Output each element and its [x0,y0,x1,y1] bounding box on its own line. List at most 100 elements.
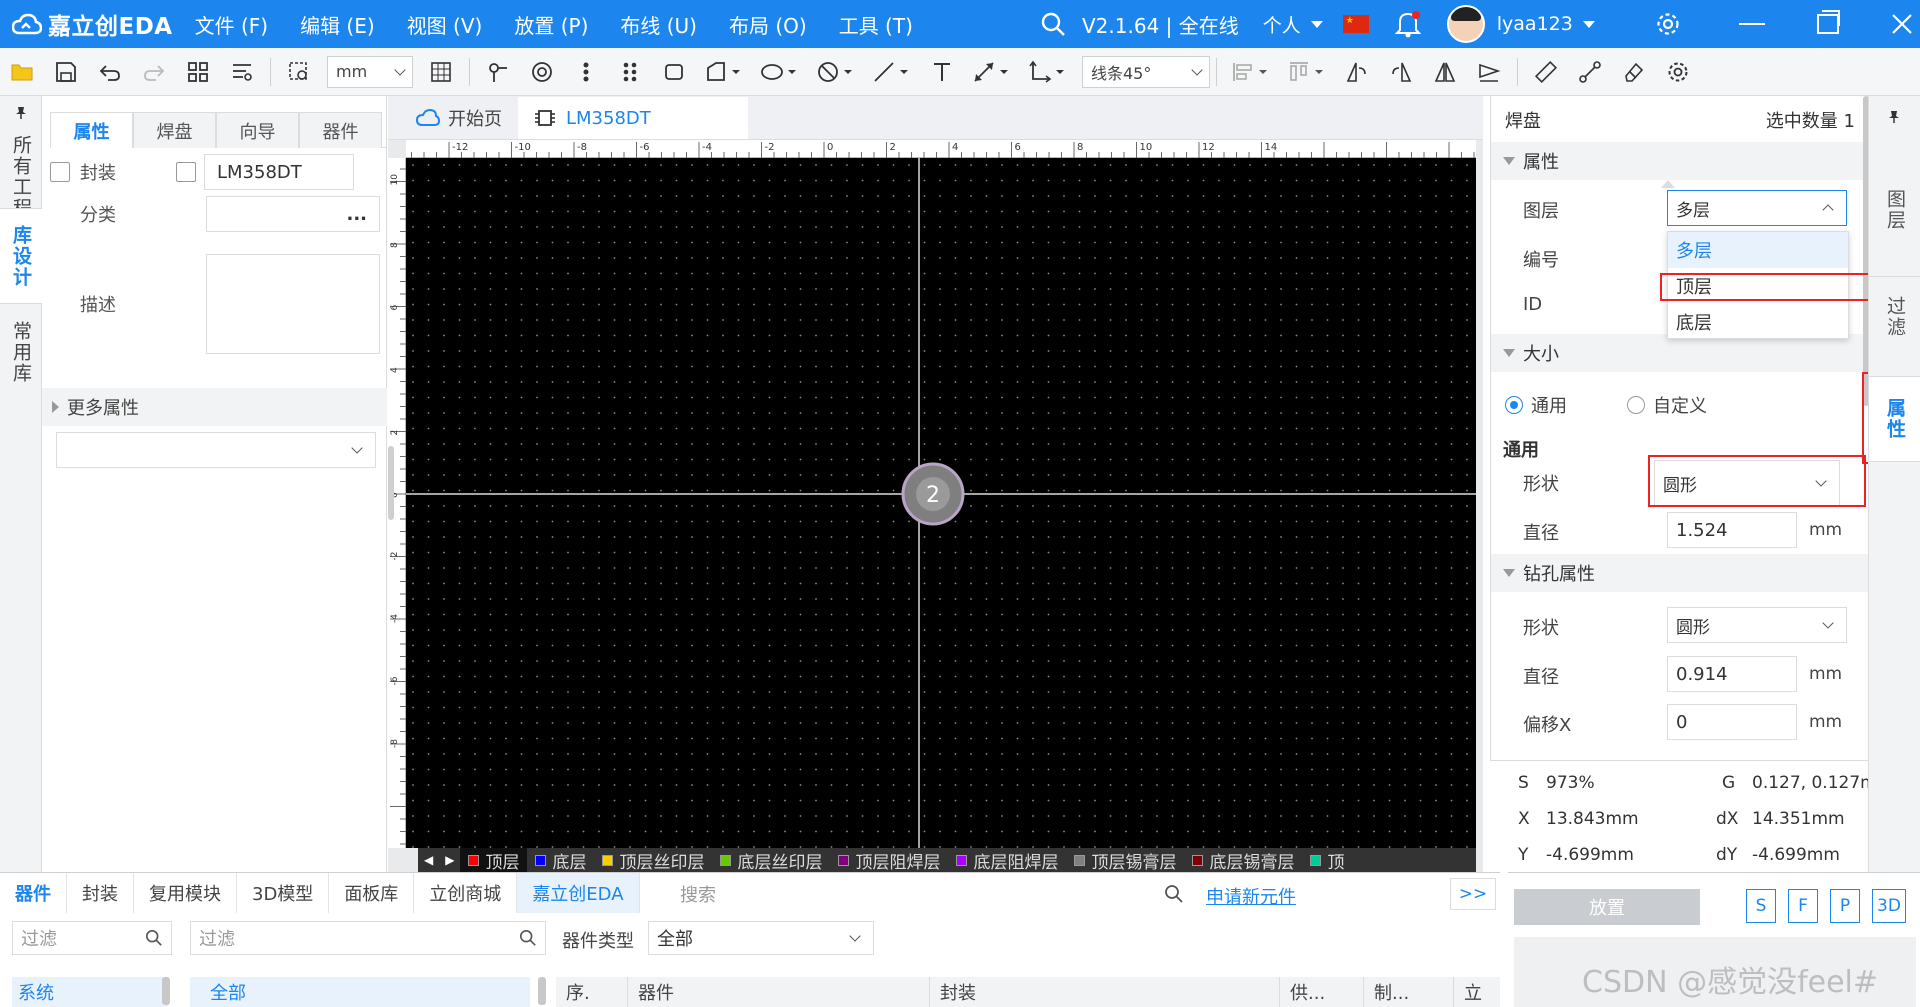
more-props-select[interactable] [56,432,376,468]
menu-edit[interactable]: 编辑 (E) [300,10,375,39]
column-footprint[interactable]: 封装 [930,977,1280,1007]
layer-item[interactable]: 顶 [1302,848,1352,872]
menu-file[interactable]: 文件 (F) [195,10,268,39]
grid-layout-icon[interactable] [180,54,216,90]
unit-select[interactable]: mm [327,55,413,88]
select-area-icon[interactable] [281,54,317,90]
flag-icon[interactable]: ★ [1342,15,1369,33]
tree-item-all[interactable]: 全部 [190,977,530,1007]
layer-item[interactable]: 底层丝印层 [712,848,830,872]
layer-option-top[interactable]: 顶层 [1668,268,1848,304]
column-supplier[interactable]: 供... [1280,977,1364,1007]
scrollbar[interactable] [162,977,170,1005]
align-icon[interactable] [1227,54,1275,90]
text-icon[interactable] [924,54,960,90]
pin-icon[interactable] [480,54,516,90]
offset-x-input[interactable]: 0 [1667,704,1797,740]
menu-layout[interactable]: 布局 (O) [729,10,807,39]
measure-icon[interactable] [1528,54,1564,90]
footprint-checkbox[interactable] [50,162,70,182]
footprint-value-checkbox[interactable] [176,162,196,182]
column-device[interactable]: 器件 [628,977,930,1007]
via-array-icon[interactable] [612,54,648,90]
wire-icon[interactable] [1471,54,1507,90]
place-button[interactable]: 放置 [1514,889,1700,925]
grid-icon[interactable] [423,54,459,90]
mode-button-s[interactable]: S [1746,889,1776,923]
layer-scroll-left[interactable]: ◀ [418,853,439,867]
tab-components[interactable]: 器件 [0,873,67,913]
save-icon[interactable] [48,54,84,90]
layer-item[interactable]: 顶层锡膏层 [1066,848,1184,872]
layer-item[interactable]: 底层 [527,848,594,872]
tab-reuse-modules[interactable]: 复用模块 [134,873,237,913]
radio-custom[interactable] [1627,396,1645,414]
radio-common[interactable] [1505,396,1523,414]
description-textarea[interactable] [206,254,380,354]
line-icon[interactable] [868,54,916,90]
layer-option-bottom[interactable]: 底层 [1668,304,1848,340]
doc-tab-start[interactable]: 开始页 [400,97,518,139]
avatar[interactable] [1446,5,1485,43]
section-properties[interactable]: 属性 [1491,142,1869,180]
rail-tab-library-design[interactable]: 库设计 [0,208,42,304]
pad-icon[interactable] [524,54,560,90]
splitter-handle-left[interactable] [388,446,394,520]
mode-button-f[interactable]: F [1788,889,1818,923]
circle-icon[interactable] [812,54,860,90]
workspace-select[interactable]: 个人 [1263,11,1323,38]
menu-view[interactable]: 视图 (V) [407,10,483,39]
size-mode-common[interactable]: 通用 [1505,392,1567,418]
list-icon[interactable] [224,54,260,90]
mode-button-3d[interactable]: 3D [1872,889,1906,923]
dimension-icon[interactable] [968,54,1016,90]
more-options-button[interactable]: ... [346,204,367,225]
size-mode-custom[interactable]: 自定义 [1627,392,1707,418]
category-input[interactable]: ... [206,196,380,232]
menu-tools[interactable]: 工具 (T) [839,10,913,39]
tab-3d-models[interactable]: 3D模型 [237,873,330,913]
filter-input-1[interactable]: 过滤 [12,921,172,955]
user-menu[interactable]: lyaa123 [1497,13,1595,35]
search-box[interactable]: 搜索 [670,877,1194,911]
tab-lcsc-mall[interactable]: 立创商城 [414,873,518,913]
layer-select[interactable]: 多层 [1667,190,1847,226]
footprint-input[interactable]: LM358DT [204,154,354,190]
connect-icon[interactable] [1572,54,1608,90]
minimize-button[interactable] [1738,23,1765,25]
tab-properties[interactable]: 属性 [50,112,133,148]
drill-shape-select[interactable]: 圆形 [1667,607,1847,643]
corner-icon[interactable] [1024,54,1072,90]
bell-icon[interactable] [1394,10,1421,38]
scrollbar[interactable] [538,977,546,1005]
ellipse-icon[interactable] [756,54,804,90]
rect-icon[interactable] [656,54,692,90]
polygon-icon[interactable] [700,54,748,90]
tab-devices[interactable]: 器件 [299,112,382,148]
settings-icon[interactable] [1660,54,1696,90]
folder-icon[interactable] [4,54,40,90]
gear-icon[interactable] [1655,11,1681,37]
restore-button[interactable] [1816,10,1840,34]
rail-tab-layers[interactable]: 图层 [1869,170,1920,250]
rail-tab-properties[interactable]: 属性 [1869,376,1920,462]
tab-panel-library[interactable]: 面板库 [329,873,415,913]
layer-scroll-right[interactable]: ▶ [439,853,460,867]
distribute-icon[interactable] [1283,54,1331,90]
layer-item[interactable]: 顶层阻焊层 [830,848,948,872]
doc-tab-lm358dt[interactable]: LM358DT [518,97,748,139]
layer-item[interactable]: 底层阻焊层 [948,848,1066,872]
diameter-input[interactable]: 1.524 [1667,512,1797,548]
pin-panel-icon[interactable] [14,106,28,120]
pad[interactable]: 2 [901,462,965,526]
column-lcsc[interactable]: 立 [1454,977,1494,1007]
more-props-header[interactable]: 更多属性 [42,388,387,426]
menu-place[interactable]: 放置 (P) [514,10,588,39]
close-icon[interactable] [1891,13,1913,35]
filter-input-2[interactable]: 过滤 [190,921,546,955]
layer-item[interactable]: 顶层 [460,848,528,872]
via-icon[interactable] [568,54,604,90]
shape-select[interactable]: 圆形 [1654,460,1840,506]
layer-option-multi[interactable]: 多层 [1668,232,1848,268]
rail-tab-filter[interactable]: 过滤 [1869,276,1920,356]
